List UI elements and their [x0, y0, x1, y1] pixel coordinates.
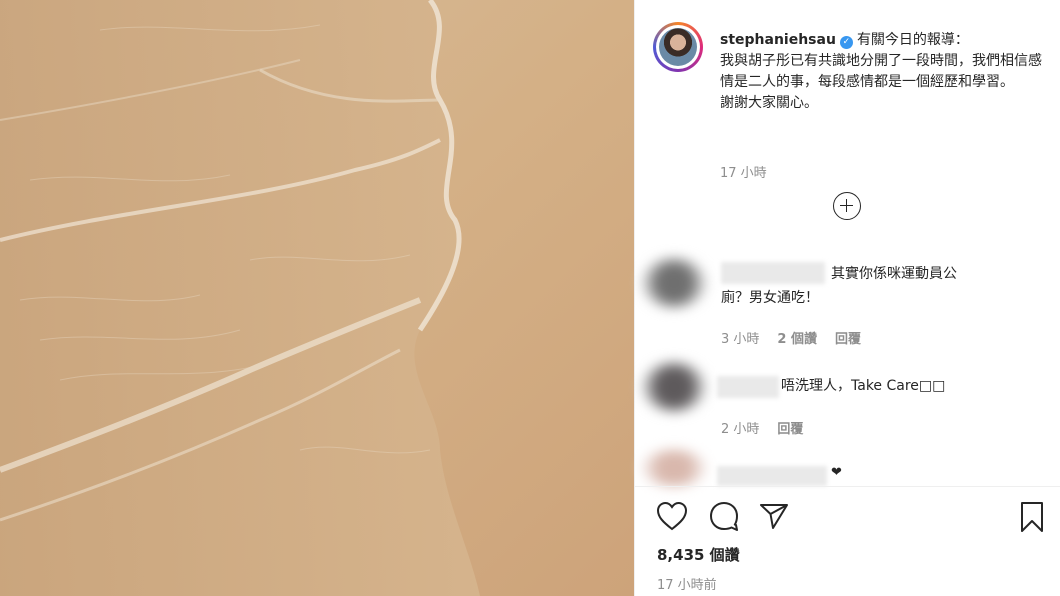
comment-text: 唔洗理人，Take Care□□	[781, 378, 946, 394]
comment-time[interactable]: 3 小時	[721, 332, 759, 347]
beach-sand-image	[0, 0, 634, 596]
commenter-name-blurred[interactable]	[717, 376, 779, 398]
reply-button[interactable]: 回覆	[777, 422, 803, 437]
comment-text: 其實你係咪運動員公 廁？男女通吃！	[721, 266, 957, 306]
reply-button[interactable]: 回覆	[835, 332, 861, 347]
likes-count[interactable]: 8,435 個讚	[657, 544, 740, 565]
commenter-avatar[interactable]	[641, 258, 707, 308]
comment-meta: 2 小時 回覆	[721, 418, 821, 437]
post-side-panel: stephaniehsau ✓ 有關今日的報導： 我與胡子彤已有共識地分開了一段時間…	[634, 0, 1060, 596]
comment-icon[interactable]	[707, 500, 741, 532]
comment-meta: 3 小時 2 個讚 回覆	[721, 328, 879, 347]
post-photo[interactable]	[0, 0, 634, 596]
action-bar-divider	[635, 486, 1060, 487]
avatar-frame	[656, 25, 700, 69]
paper-plane-icon[interactable]	[757, 500, 791, 532]
author-avatar[interactable]	[653, 22, 703, 72]
verified-badge-icon: ✓	[839, 36, 853, 49]
post-caption: stephaniehsau ✓ 有關今日的報導： 我與胡子彤已有共識地分開了一段時間…	[720, 30, 1050, 114]
commenter-name-blurred[interactable]	[717, 466, 827, 486]
bookmark-icon[interactable]	[1017, 500, 1047, 534]
comment-time[interactable]: 2 小時	[721, 422, 759, 437]
post-timestamp[interactable]: 17 小時前	[657, 574, 717, 593]
instagram-post-view: stephaniehsau ✓ 有關今日的報導： 我與胡子彤已有共識地分開了一段時間…	[0, 0, 1060, 596]
plus-circle-icon[interactable]	[833, 192, 861, 220]
commenter-avatar[interactable]	[641, 450, 707, 486]
avatar-image	[659, 28, 697, 66]
caption-timestamp[interactable]: 17 小時	[720, 162, 767, 181]
heart-icon[interactable]	[655, 500, 689, 532]
comment-likes[interactable]: 2 個讚	[777, 332, 817, 347]
comment-text: ❤	[831, 465, 842, 480]
author-username[interactable]: stephaniehsau	[720, 32, 836, 48]
commenter-avatar[interactable]	[641, 362, 707, 412]
